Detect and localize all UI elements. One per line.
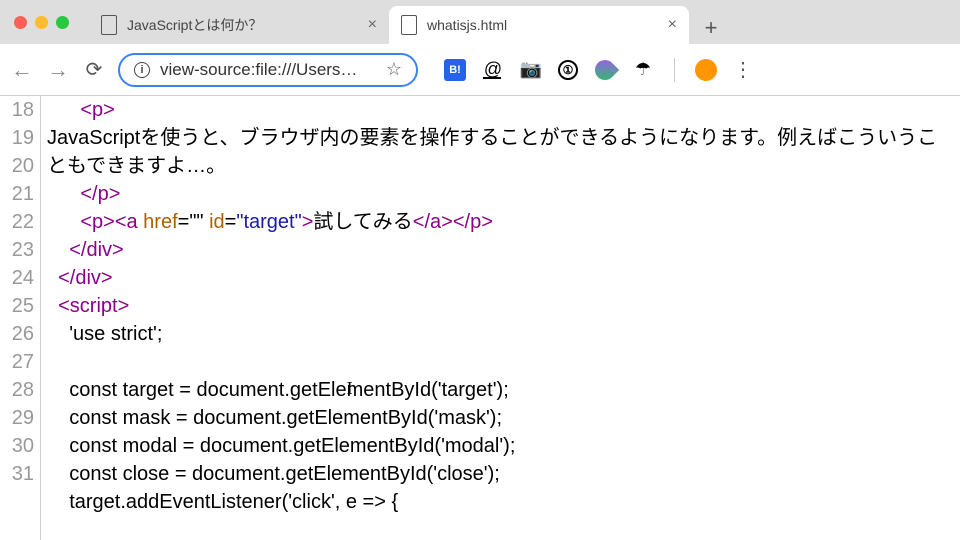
tag-p-close: </p> (80, 183, 120, 205)
close-tab-icon[interactable]: × (368, 16, 377, 34)
color-extension-icon[interactable] (594, 59, 616, 81)
tab-label: whatisjs.html (427, 17, 658, 33)
url-text: view-source:file:///Users… (160, 60, 376, 80)
tag-script-open: <script> (58, 295, 129, 317)
close-tab-icon[interactable]: × (668, 16, 677, 34)
reload-button[interactable]: ⟳ (82, 57, 106, 82)
new-tab-button[interactable]: + (695, 12, 727, 44)
line-number: 23 (6, 236, 34, 264)
line-number: 19 (6, 124, 34, 152)
view-source-area: 1819202122232425262728293031 <p> JavaScr… (0, 96, 960, 540)
line-number: 29 (6, 404, 34, 432)
tag-p-open: <p> (80, 99, 114, 121)
line-number-gutter: 1819202122232425262728293031 (0, 96, 41, 540)
umbrella-extension-icon[interactable]: ☂ (632, 59, 654, 81)
line-number: 25 (6, 292, 34, 320)
traffic-lights (14, 16, 69, 29)
tab-js-intro[interactable]: JavaScriptとは何か？ × (89, 6, 389, 44)
at-extension-icon[interactable]: @ (482, 59, 504, 81)
line-number: 28 (6, 376, 34, 404)
tab-label: JavaScriptとは何か？ (127, 15, 358, 35)
back-button[interactable]: ← (10, 57, 34, 83)
hatena-bookmark-icon[interactable]: B! (444, 59, 466, 81)
menu-button[interactable]: ⋮ (733, 57, 753, 82)
tab-strip: JavaScriptとは何か？ × whatisjs.html × + (89, 0, 946, 44)
extensions-area: B! @ 📷 ① ☂ ⋮ (444, 57, 753, 82)
source-code[interactable]: <p> JavaScriptを使うと、ブラウザ内の要素を操作することができるよう… (41, 96, 960, 540)
line-number: 26 (6, 320, 34, 348)
close-window-button[interactable] (14, 16, 27, 29)
onepass-extension-icon[interactable]: ① (558, 60, 578, 80)
text-node: JavaScriptを使うと、ブラウザ内の要素を操作することができるようになりま… (47, 124, 954, 180)
line-number: 20 (6, 152, 34, 180)
camera-extension-icon[interactable]: 📷 (520, 59, 542, 81)
file-icon (101, 15, 117, 35)
window-titlebar: JavaScriptとは何か？ × whatisjs.html × + (0, 0, 960, 44)
bookmark-star-icon[interactable]: ☆ (386, 59, 402, 80)
site-info-icon[interactable]: i (134, 62, 150, 78)
maximize-window-button[interactable] (56, 16, 69, 29)
line-number: 27 (6, 348, 34, 376)
line-number: 30 (6, 432, 34, 460)
profile-avatar[interactable] (695, 59, 717, 81)
minimize-window-button[interactable] (35, 16, 48, 29)
line-number: 21 (6, 180, 34, 208)
browser-toolbar: ← → ⟳ i view-source:file:///Users… ☆ B! … (0, 44, 960, 96)
file-icon (401, 15, 417, 35)
tab-whatisjs[interactable]: whatisjs.html × (389, 6, 689, 44)
line-number: 18 (6, 96, 34, 124)
forward-button[interactable]: → (46, 57, 70, 83)
line-number: 24 (6, 264, 34, 292)
line-number: 31 (6, 460, 34, 488)
address-bar[interactable]: i view-source:file:///Users… ☆ (118, 53, 418, 87)
toolbar-divider (674, 58, 675, 82)
line-number: 22 (6, 208, 34, 236)
